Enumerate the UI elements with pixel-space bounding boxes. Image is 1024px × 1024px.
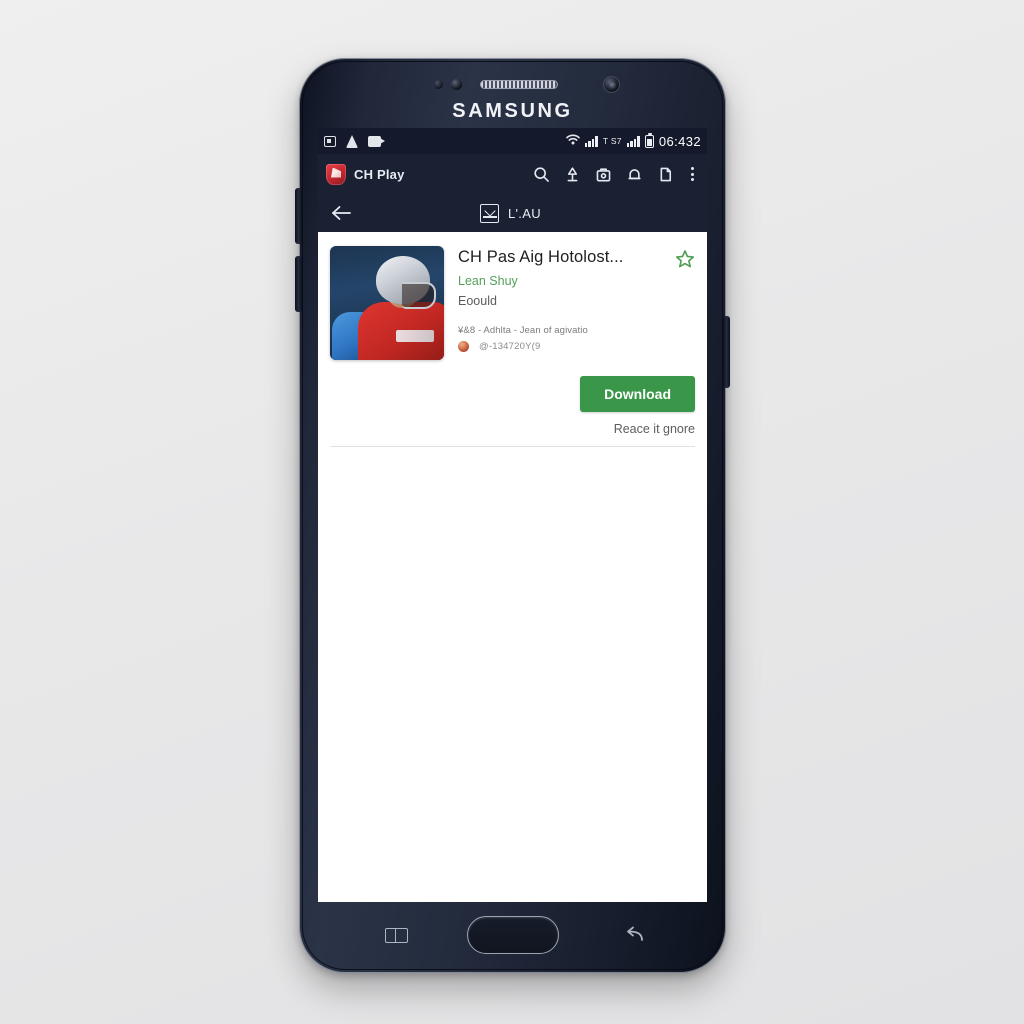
light-sensor-icon (451, 79, 462, 90)
sub-bar-center[interactable]: L'.AU (480, 203, 541, 223)
sub-bar-label: L'.AU (508, 205, 541, 221)
signal-bars-icon-2 (626, 135, 640, 147)
status-bar-right-icons: T S7 06:432 (566, 132, 701, 149)
home-button[interactable] (466, 916, 559, 954)
screenshot-canvas: SAMSUNG T S7 06:432 CH Play L'.AU CH Pas… (0, 0, 1024, 1024)
status-bar: T S7 06:432 (318, 128, 707, 154)
app-meta-line-2-row: @-134720Y(9 (458, 341, 695, 352)
download-drop-icon (346, 134, 358, 148)
document-icon[interactable] (657, 166, 674, 183)
sub-navigation-bar: L'.AU (318, 194, 707, 232)
search-icon[interactable] (533, 166, 550, 183)
upload-pin-icon[interactable] (564, 166, 581, 183)
battery-icon (644, 132, 654, 148)
app-title-line: CH Pas Aig Hotolost... (458, 248, 695, 269)
app-detail-row: CH Pas Aig Hotolost... Lean Shuy Eoould … (330, 246, 695, 360)
signal-bars-icon (584, 135, 598, 147)
app-meta-line-2: @-134720Y(9 (479, 341, 541, 352)
sim-card-icon (324, 135, 336, 147)
screenshot-icon (368, 135, 385, 147)
app-detail-text: CH Pas Aig Hotolost... Lean Shuy Eoould … (458, 246, 695, 360)
proximity-sensor-icon (434, 80, 443, 89)
recents-key[interactable] (385, 928, 408, 943)
samsung-phone-device: SAMSUNG T S7 06:432 CH Play L'.AU CH Pas… (295, 58, 730, 973)
earpiece-speaker-icon (480, 80, 558, 89)
app-detail-body: CH Pas Aig Hotolost... Lean Shuy Eoould … (318, 232, 707, 902)
download-button[interactable]: Download (580, 376, 695, 412)
football-player-app-icon[interactable] (330, 246, 444, 360)
wishlist-star-icon[interactable] (675, 249, 695, 269)
back-key[interactable] (620, 924, 648, 946)
app-bar: CH Play (318, 154, 707, 194)
app-meta-line: ¥&8 - Adhlta - Jean of agivatio (458, 325, 588, 336)
content-divider (330, 446, 695, 447)
volume-up-key[interactable] (295, 188, 302, 244)
app-bar-title: CH Play (354, 166, 405, 182)
ch-play-logo-icon (326, 163, 346, 185)
back-arrow-icon[interactable] (330, 204, 352, 222)
player-facemask (402, 282, 436, 309)
overflow-menu-icon[interactable] (688, 165, 697, 183)
app-developer-link[interactable]: Lean Shuy (458, 274, 695, 288)
status-bar-left-icons (324, 134, 385, 148)
download-inbox-icon[interactable] (480, 203, 499, 223)
player-jersey-number (396, 330, 434, 342)
device-brand-label: SAMSUNG (452, 100, 573, 122)
carrier-label: T S7 (602, 136, 622, 146)
secondary-action-link[interactable]: Reace it gnore (614, 422, 695, 436)
status-bar-clock: 06:432 (658, 133, 701, 149)
phone-bottom-bezel (299, 902, 726, 973)
app-name-title: CH Pas Aig Hotolost... (458, 248, 624, 266)
app-bar-actions (533, 165, 699, 183)
volume-down-key[interactable] (295, 256, 302, 312)
power-key[interactable] (723, 316, 730, 388)
bell-icon[interactable] (626, 166, 643, 183)
phone-screen: T S7 06:432 CH Play L'.AU CH Pas Aig Hot… (318, 128, 707, 902)
reviewer-avatar (458, 341, 469, 352)
app-action-row: Download Reace it gnore (330, 376, 695, 436)
shopping-bag-icon[interactable] (595, 166, 612, 183)
front-camera-icon (603, 76, 620, 93)
wifi-icon (566, 134, 580, 148)
app-category-label: Eoould (458, 294, 497, 308)
